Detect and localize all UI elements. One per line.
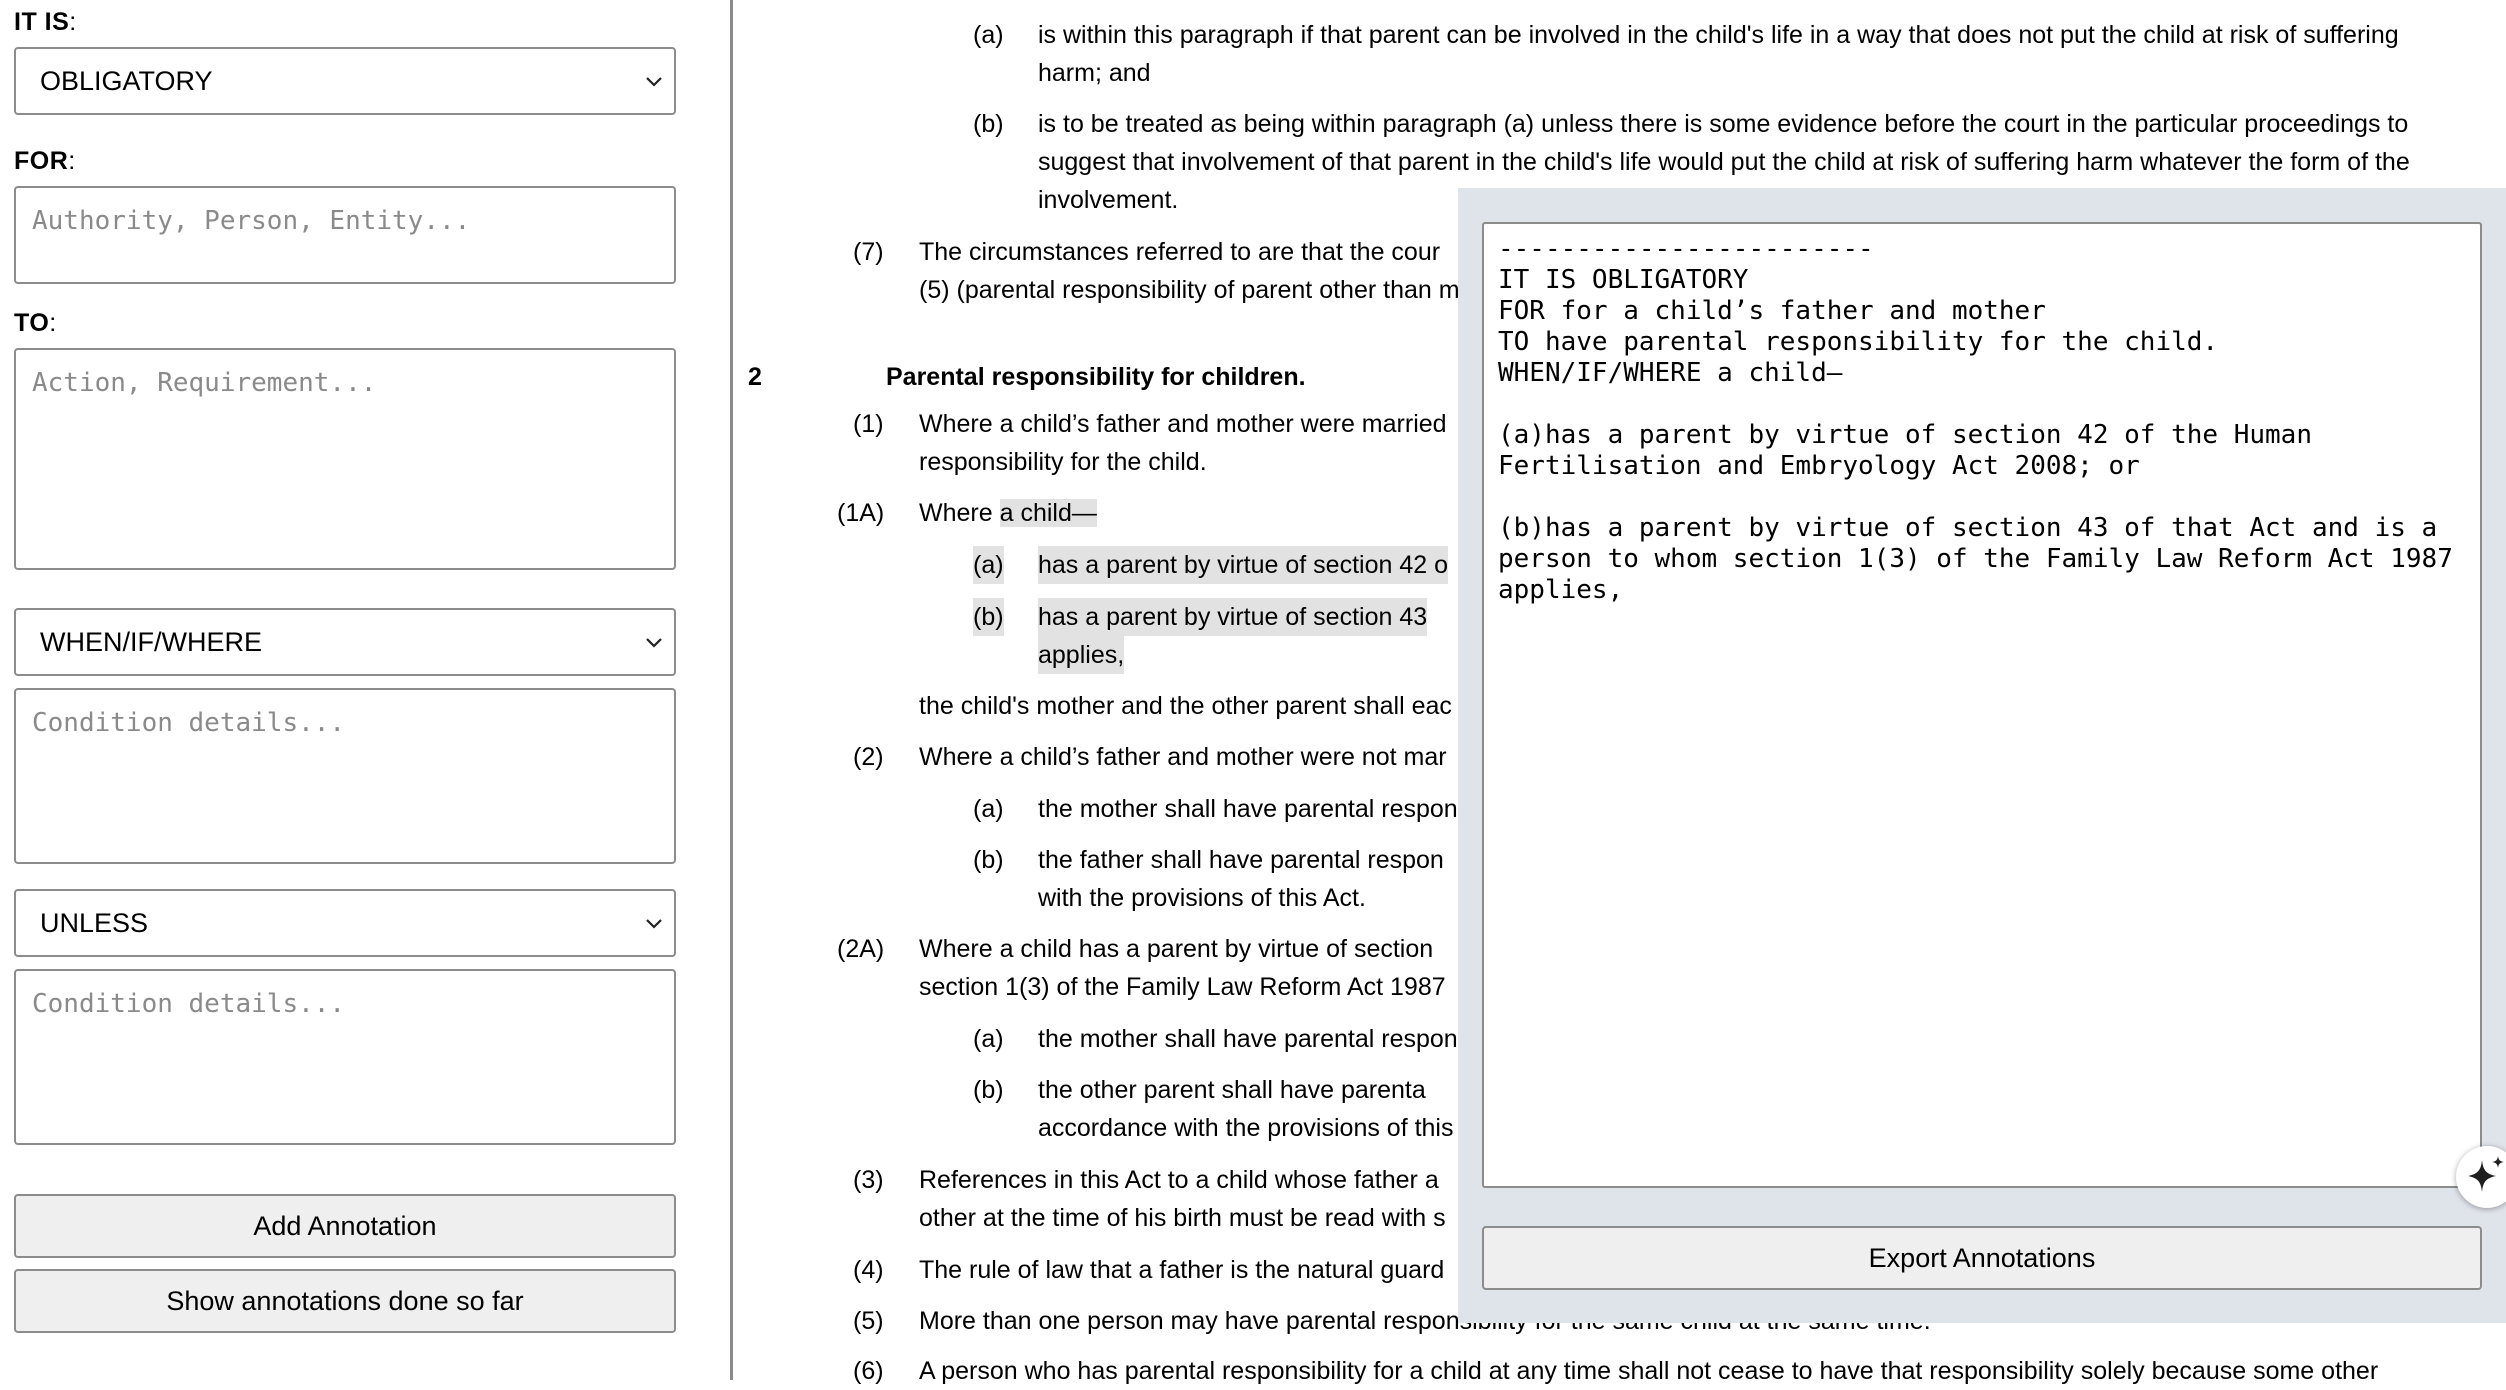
- text-line: References in this Act to a child whose …: [919, 1166, 1439, 1194]
- text-line: other at the time of his birth must be r…: [919, 1204, 1446, 1232]
- text-line: section 1(3) of the Family Law Reform Ac…: [919, 973, 1446, 1001]
- item-number: (a): [973, 21, 1004, 49]
- text-line: (5) (parental responsibility of parent o…: [919, 276, 1460, 304]
- text-line: is to be treated as being within paragra…: [1038, 110, 2409, 138]
- item-number: (b): [973, 846, 1004, 874]
- item-number: (b): [973, 110, 1004, 138]
- condition-type-select[interactable]: WHEN/IF/WHERE: [14, 608, 676, 676]
- highlighted-text: a child—: [999, 499, 1097, 527]
- highlighted-text: has a parent by virtue of section 43: [1038, 598, 1428, 636]
- for-label: FOR:: [14, 147, 76, 175]
- text-line: the mother shall have parental respon: [1038, 795, 1458, 823]
- condition-textarea[interactable]: Condition details...: [14, 688, 676, 864]
- item-number: (a): [973, 546, 1004, 584]
- text-line: the child's mother and the other parent …: [919, 692, 1452, 720]
- assistant-button[interactable]: [2456, 1146, 2506, 1208]
- subsection-number: (1A): [837, 499, 885, 527]
- export-annotations-button[interactable]: Export Annotations: [1482, 1226, 2482, 1290]
- text-line: The circumstances referred to are that t…: [919, 238, 1441, 266]
- subsection-number: (5): [853, 1307, 884, 1335]
- item-number: (b): [973, 598, 1004, 636]
- item-number: (a): [973, 1025, 1004, 1053]
- add-annotation-button[interactable]: Add Annotation: [14, 1194, 676, 1258]
- text-line: involvement.: [1038, 186, 1179, 214]
- highlighted-text: has a parent by virtue of section 42 o: [1038, 546, 1448, 584]
- subsection-number: (7): [853, 238, 884, 266]
- subsection-number: (3): [853, 1166, 884, 1194]
- chevron-down-icon: [646, 638, 662, 648]
- text-line: Where a child’s father and mother were m…: [919, 410, 1447, 438]
- annotation-panel: IT IS: OBLIGATORY FOR: Authority, Person…: [0, 0, 733, 1380]
- subsection-number: (2): [853, 743, 884, 771]
- chevron-down-icon: [646, 77, 662, 87]
- unless-selected-value: UNLESS: [40, 907, 149, 938]
- text-line: responsibility for the child.: [919, 448, 1207, 476]
- subsection-number: (6): [853, 1357, 884, 1385]
- subsection-number: (1): [853, 410, 884, 438]
- to-label: TO:: [14, 309, 57, 337]
- subsection-number: (2A): [837, 935, 885, 963]
- text-line: The rule of law that a father is the nat…: [919, 1256, 1445, 1284]
- text-line: the other parent shall have parenta: [1038, 1076, 1426, 1104]
- to-textarea[interactable]: Action, Requirement...: [14, 348, 676, 570]
- section-number: 2: [748, 363, 762, 391]
- text-line: with the provisions of this Act.: [1038, 884, 1366, 912]
- it-is-label: IT IS:: [14, 8, 77, 36]
- it-is-select[interactable]: OBLIGATORY: [14, 47, 676, 115]
- unless-textarea[interactable]: Condition details...: [14, 969, 676, 1145]
- section-title: Parental responsibility for children.: [886, 363, 1306, 391]
- chevron-down-icon: [646, 919, 662, 929]
- unless-select[interactable]: UNLESS: [14, 889, 676, 957]
- text-line: the father shall have parental respon: [1038, 846, 1444, 874]
- annotations-overlay: ------------------------ IT IS OBLIGATOR…: [1458, 188, 2506, 1323]
- highlighted-text: applies,: [1038, 636, 1125, 674]
- text-line: is within this paragraph if that parent …: [1038, 21, 2399, 49]
- text-line: suggest that involvement of that parent …: [1038, 148, 2410, 176]
- condition-selected-value: WHEN/IF/WHERE: [40, 626, 262, 657]
- it-is-selected-value: OBLIGATORY: [40, 65, 213, 96]
- text-line: Where a child—: [919, 499, 1097, 527]
- item-number: (a): [973, 795, 1004, 823]
- sparkle-icon: [2468, 1156, 2504, 1192]
- text-line: harm; and: [1038, 59, 1151, 87]
- text-line: accordance with the provisions of this: [1038, 1114, 1454, 1142]
- text-line: the mother shall have parental respon: [1038, 1025, 1458, 1053]
- for-textarea[interactable]: Authority, Person, Entity...: [14, 186, 676, 284]
- text-line: A person who has parental responsibility…: [919, 1357, 2379, 1385]
- annotations-preview-textarea[interactable]: ------------------------ IT IS OBLIGATOR…: [1482, 222, 2482, 1188]
- text-line: Where a child’s father and mother were n…: [919, 743, 1447, 771]
- item-number: (b): [973, 1076, 1004, 1104]
- text-line: Where a child has a parent by virtue of …: [919, 935, 1434, 963]
- show-annotations-button[interactable]: Show annotations done so far: [14, 1269, 676, 1333]
- subsection-number: (4): [853, 1256, 884, 1284]
